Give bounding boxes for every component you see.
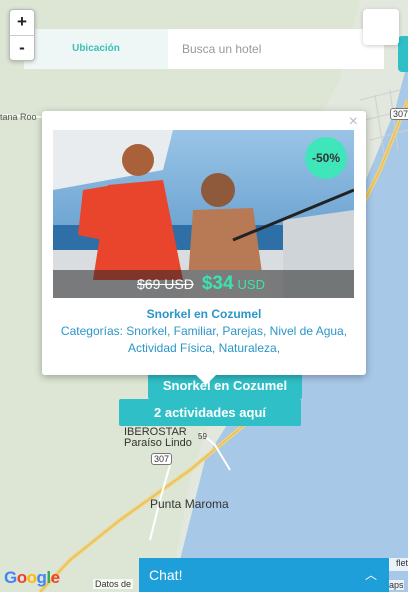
google-logo-text: Google bbox=[4, 568, 60, 587]
activity-title-link[interactable]: Snorkel en Cozumel bbox=[42, 307, 366, 321]
highway-shield-307-top: 307 bbox=[390, 108, 408, 120]
zoom-out-button[interactable]: - bbox=[10, 36, 34, 62]
discount-badge: -50% bbox=[305, 137, 347, 179]
maps-attribution[interactable]: aps bbox=[389, 580, 404, 590]
map-label-paraiso-lindo: Paraíso Lindo bbox=[124, 437, 192, 449]
google-logo: Google bbox=[4, 568, 60, 588]
zoom-in-button[interactable]: + bbox=[10, 10, 34, 36]
price-bar: $69 USD $34 USD bbox=[53, 270, 354, 298]
chat-label: Chat! bbox=[149, 567, 183, 583]
chevron-up-icon[interactable]: ︿ bbox=[365, 558, 377, 592]
leaflet-text: flet bbox=[395, 558, 408, 568]
discount-price: $34 bbox=[201, 273, 234, 294]
highway-shield-307-bottom: 307 bbox=[151, 453, 173, 465]
chat-widget[interactable]: Chat! ︿ bbox=[139, 558, 389, 592]
map-label-59: 59 bbox=[198, 432, 207, 441]
activity-marker[interactable]: Snorkel en Cozumel bbox=[148, 373, 302, 399]
map-label-quintana-roo: tana Roo bbox=[0, 112, 37, 122]
original-price: $69 USD bbox=[137, 276, 194, 292]
side-panel-toggle[interactable] bbox=[398, 36, 408, 72]
map-label-punta-maroma: Punta Maroma bbox=[150, 497, 229, 511]
search-bar: Ubicación bbox=[24, 29, 384, 69]
activity-categories: Categorías: Snorkel, Familiar, Parejas, … bbox=[60, 324, 348, 355]
map-data-attribution[interactable]: Datos de bbox=[93, 579, 134, 589]
close-icon[interactable]: × bbox=[349, 113, 358, 131]
activity-popup: × $69 USD $34 USD -50% Snorkel en Cozume… bbox=[42, 111, 366, 385]
price-currency: USD bbox=[237, 276, 265, 292]
hotel-search-input[interactable] bbox=[168, 29, 384, 69]
cluster-marker[interactable]: 2 actividades aquí bbox=[119, 399, 301, 426]
map-control-button[interactable] bbox=[363, 9, 399, 45]
popup-tail bbox=[195, 374, 217, 385]
location-filter[interactable]: Ubicación bbox=[24, 29, 168, 69]
zoom-control: + - bbox=[9, 9, 35, 61]
